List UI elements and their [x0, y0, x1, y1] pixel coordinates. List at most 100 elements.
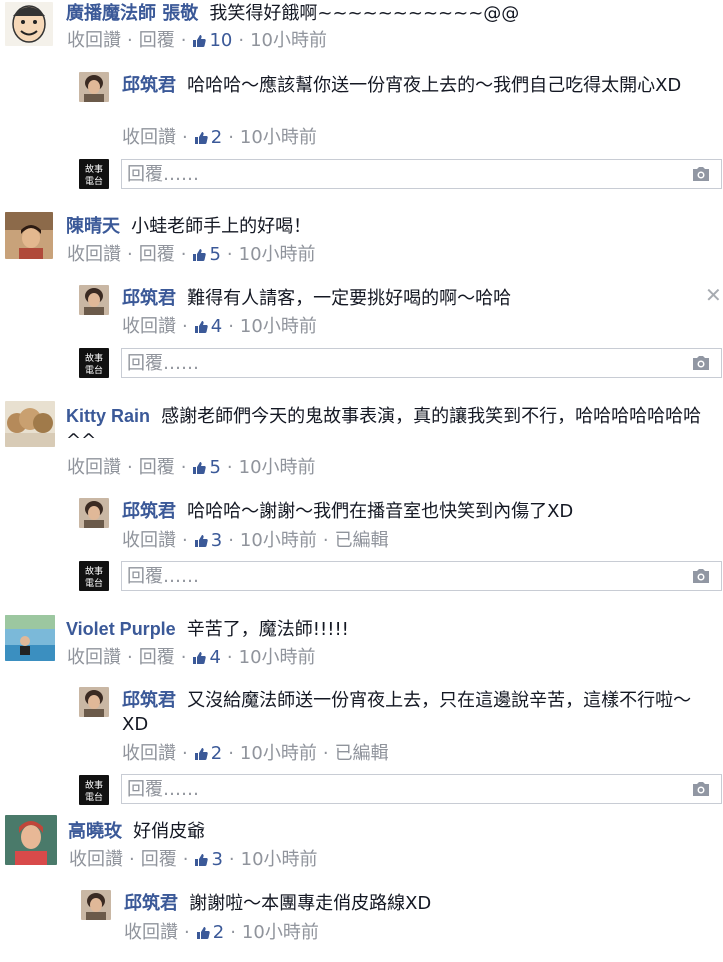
- like-count[interactable]: 3: [194, 529, 222, 553]
- page-avatar: 故事 電台: [79, 561, 109, 591]
- reply-link[interactable]: 回覆: [139, 456, 175, 480]
- comment-author[interactable]: 廣播魔法師 張敬: [66, 3, 198, 24]
- comment-text: 我笑得好餓啊~~~~~~~~~~~@@: [209, 3, 520, 24]
- camera-icon[interactable]: [691, 568, 711, 584]
- reply-link[interactable]: 回覆: [139, 29, 175, 53]
- unlike-link[interactable]: 收回讚: [122, 742, 176, 766]
- like-count[interactable]: 4: [192, 646, 221, 670]
- comment-text: 辛苦了，魔法師!!!!!: [186, 619, 349, 640]
- like-count[interactable]: 10: [192, 29, 232, 53]
- reply-text: 難得有人請客，一定要挑好喝的啊～哈哈: [187, 288, 512, 309]
- reply-author[interactable]: 邱筑君: [122, 501, 176, 522]
- comment-text: 小蛙老師手上的好喝！: [131, 216, 312, 237]
- camera-icon[interactable]: [691, 355, 711, 371]
- reply-input[interactable]: 回覆……: [121, 774, 722, 804]
- like-count[interactable]: 5: [192, 243, 221, 267]
- timestamp[interactable]: 10小時前: [240, 315, 317, 339]
- comment-actions: 收回讚 · 回覆 · 10 · 10小時前: [67, 29, 328, 53]
- unlike-link[interactable]: 收回讚: [124, 921, 178, 945]
- page-avatar: 故事 電台: [79, 348, 109, 378]
- reply-input[interactable]: 回覆……: [121, 561, 722, 591]
- svg-text:電台: 電台: [85, 175, 103, 187]
- like-count[interactable]: 2: [194, 742, 222, 766]
- like-count[interactable]: 2: [194, 126, 222, 150]
- like-count[interactable]: 2: [196, 921, 224, 945]
- reply-author[interactable]: 邱筑君: [122, 288, 176, 309]
- timestamp[interactable]: 10小時前: [241, 848, 318, 872]
- reply-placeholder: 回覆……: [127, 779, 199, 800]
- thumbs-up-icon: [193, 249, 207, 261]
- edited-label[interactable]: 已編輯: [335, 742, 389, 766]
- unlike-link[interactable]: 收回讚: [69, 848, 123, 872]
- svg-text:故事: 故事: [85, 779, 103, 791]
- unlike-link[interactable]: 收回讚: [122, 529, 176, 553]
- avatar[interactable]: [5, 212, 53, 259]
- unlike-link[interactable]: 收回讚: [122, 315, 176, 339]
- avatar[interactable]: [5, 401, 55, 447]
- reply-text: 哈哈哈～謝謝～我們在播音室也快笑到內傷了XD: [187, 501, 574, 522]
- comment-actions: 收回讚 · 回覆 · 5 · 10小時前: [67, 243, 316, 267]
- comment-actions: 收回讚 · 回覆 · 5 · 10小時前: [67, 456, 316, 480]
- timestamp[interactable]: 10小時前: [240, 126, 317, 150]
- comment-author[interactable]: Kitty Rain: [66, 406, 150, 426]
- timestamp[interactable]: 10小時前: [240, 529, 317, 553]
- reply-link[interactable]: 回覆: [139, 646, 175, 670]
- unlike-link[interactable]: 收回讚: [67, 29, 121, 53]
- reply-text: 哈哈哈～應該幫你送一份宵夜上去的～我們自己吃得太開心XD: [187, 75, 682, 96]
- page-avatar: 故事 電台: [79, 775, 109, 805]
- avatar[interactable]: [5, 615, 55, 661]
- unlike-link[interactable]: 收回讚: [67, 646, 121, 670]
- avatar[interactable]: [5, 815, 57, 865]
- avatar[interactable]: [5, 2, 53, 46]
- thumbs-up-icon: [196, 927, 210, 939]
- reply-placeholder: 回覆……: [127, 566, 199, 587]
- timestamp[interactable]: 10小時前: [239, 243, 316, 267]
- reply-placeholder: 回覆……: [127, 164, 199, 185]
- comment-author[interactable]: 高曉玫: [68, 821, 122, 842]
- edited-label[interactable]: 已編輯: [335, 529, 389, 553]
- unlike-link[interactable]: 收回讚: [122, 126, 176, 150]
- unlike-link[interactable]: 收回讚: [67, 243, 121, 267]
- comment-author[interactable]: Violet Purple: [66, 619, 176, 639]
- reply-input[interactable]: 回覆……: [121, 348, 722, 378]
- avatar[interactable]: [79, 285, 109, 315]
- reply-link[interactable]: 回覆: [141, 848, 177, 872]
- reply-actions: 收回讚 · 3 · 10小時前 · 已編輯: [122, 529, 389, 553]
- timestamp[interactable]: 10小時前: [239, 456, 316, 480]
- like-count[interactable]: 3: [194, 848, 223, 872]
- svg-text:故事: 故事: [85, 352, 103, 364]
- avatar[interactable]: [79, 498, 109, 528]
- svg-text:電台: 電台: [85, 577, 103, 589]
- thumbs-up-icon: [194, 748, 208, 760]
- reply-author[interactable]: 邱筑君: [124, 893, 178, 914]
- avatar[interactable]: [81, 890, 111, 920]
- timestamp[interactable]: 10小時前: [240, 742, 317, 766]
- timestamp[interactable]: 10小時前: [239, 646, 316, 670]
- reply-author[interactable]: 邱筑君: [122, 75, 176, 96]
- reply-actions: 收回讚 · 4 · 10小時前: [122, 315, 317, 339]
- comment-author[interactable]: 陳晴天: [66, 216, 120, 237]
- comment-actions: 收回讚 · 回覆 · 3 · 10小時前: [69, 848, 318, 872]
- close-icon[interactable]: ✕: [705, 285, 722, 305]
- thumbs-up-icon: [194, 321, 208, 333]
- thumbs-up-icon: [194, 535, 208, 547]
- reply-actions: 收回讚 · 2 · 10小時前: [122, 126, 317, 150]
- svg-text:故事: 故事: [85, 565, 103, 577]
- like-count[interactable]: 4: [194, 315, 222, 339]
- reply-input[interactable]: 回覆……: [121, 159, 722, 189]
- timestamp[interactable]: 10小時前: [250, 29, 327, 53]
- reply-link[interactable]: 回覆: [139, 243, 175, 267]
- avatar[interactable]: [79, 687, 109, 717]
- unlike-link[interactable]: 收回讚: [67, 456, 121, 480]
- timestamp[interactable]: 10小時前: [242, 921, 319, 945]
- avatar[interactable]: [79, 72, 109, 102]
- svg-text:故事: 故事: [85, 163, 103, 175]
- camera-icon[interactable]: [691, 166, 711, 182]
- reply-actions: 收回讚 · 2 · 10小時前 · 已編輯: [122, 742, 389, 766]
- camera-icon[interactable]: [691, 781, 711, 797]
- like-count[interactable]: 5: [192, 456, 221, 480]
- comment-actions: 收回讚 · 回覆 · 4 · 10小時前: [67, 646, 316, 670]
- reply-placeholder: 回覆……: [127, 353, 199, 374]
- svg-text:電台: 電台: [85, 791, 103, 803]
- reply-author[interactable]: 邱筑君: [122, 690, 176, 711]
